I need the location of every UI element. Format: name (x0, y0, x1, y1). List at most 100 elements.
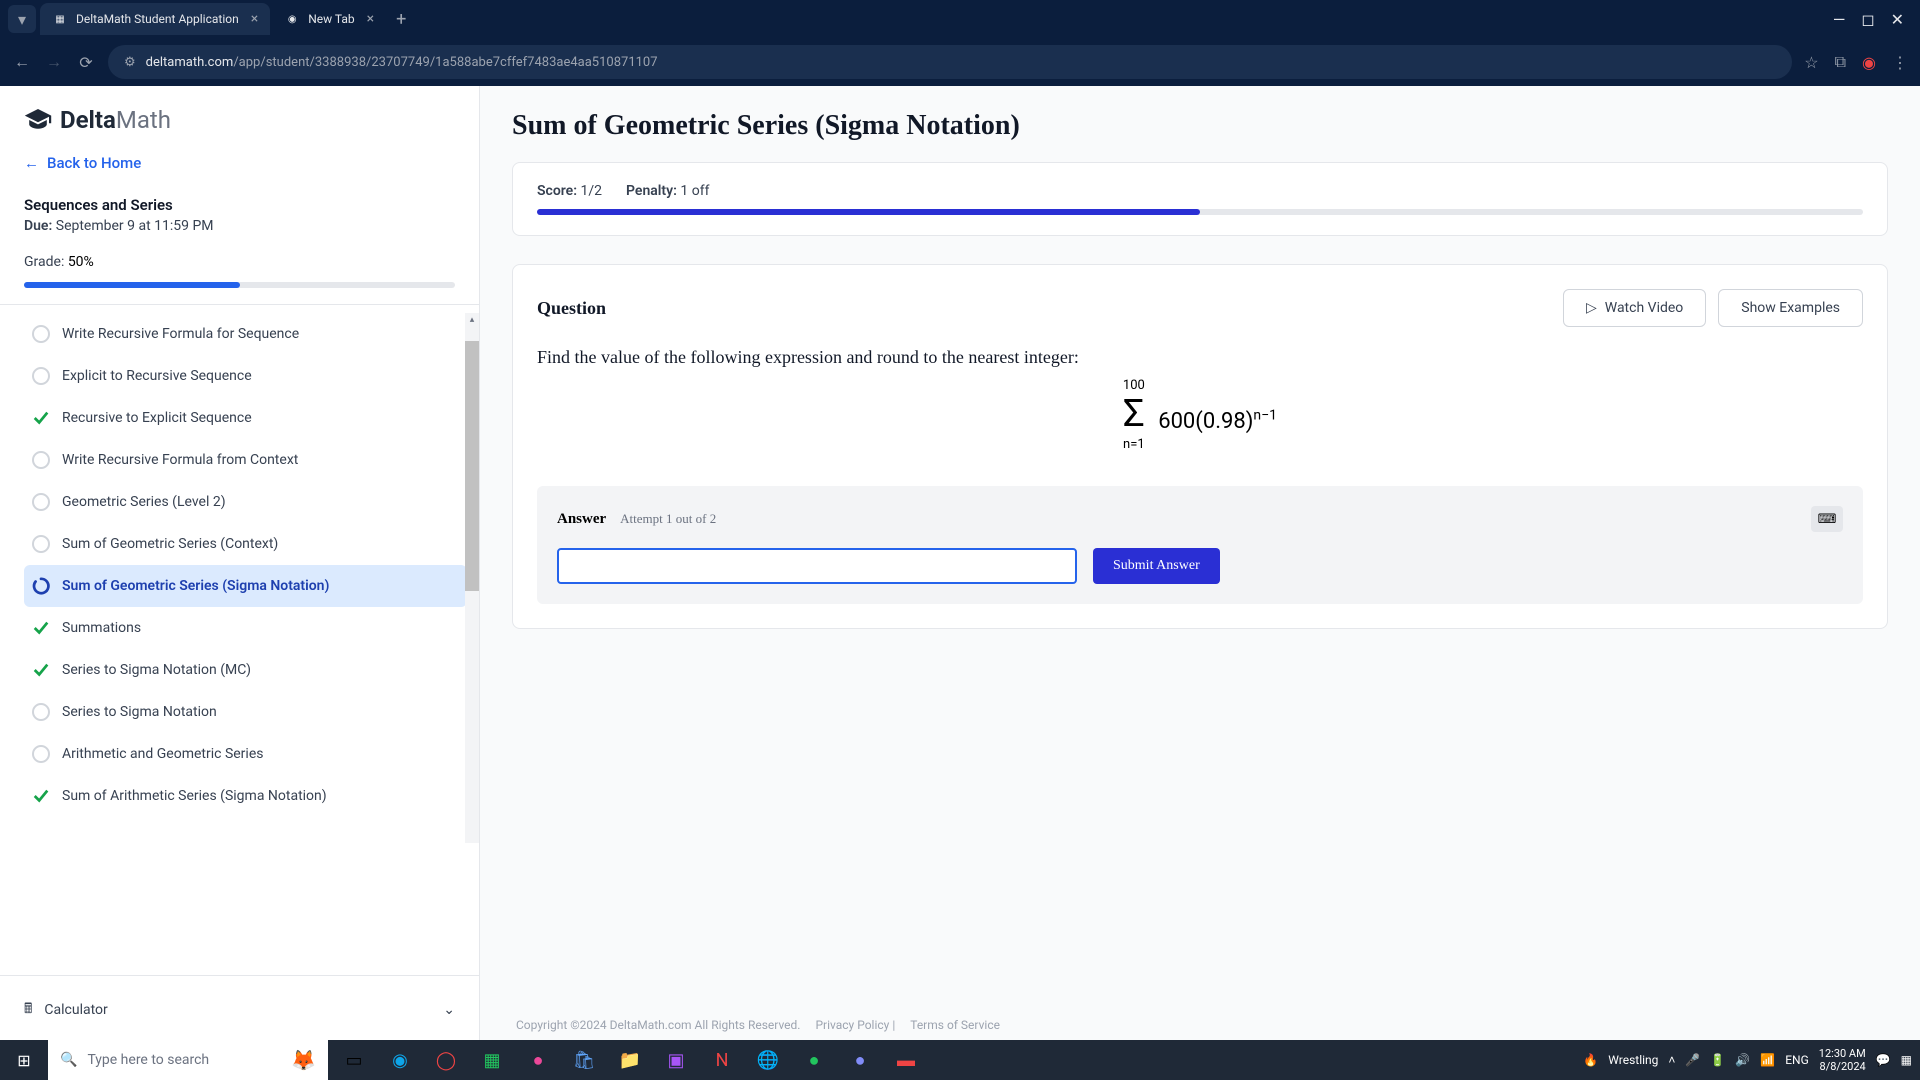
calculator-label: Calculator (44, 1002, 107, 1018)
skills-list[interactable]: Write Recursive Formula for Sequence Expl… (0, 304, 479, 975)
twitch-icon[interactable]: ▣ (654, 1040, 698, 1080)
sidebar: DeltaMath ← Back to Home Sequences and S… (0, 86, 480, 1080)
store-icon[interactable]: 🛍 (562, 1040, 606, 1080)
chevron-down-icon: ⌄ (443, 1002, 455, 1018)
netflix-icon[interactable]: N (700, 1040, 744, 1080)
explorer-icon[interactable]: 📁 (608, 1040, 652, 1080)
discord-icon[interactable]: ● (838, 1040, 882, 1080)
scrollbar[interactable]: ▴ (465, 313, 479, 843)
check-icon (32, 409, 50, 427)
skill-item[interactable]: Sum of Geometric Series (Sigma Notation) (24, 565, 467, 607)
logo[interactable]: DeltaMath (24, 106, 455, 134)
calculator-icon: 🖩 (24, 998, 32, 1022)
bookmark-icon[interactable]: ☆ (1804, 53, 1818, 72)
active-tab[interactable]: ▦ DeltaMath Student Application × (40, 3, 270, 35)
skill-label: Sum of Arithmetic Series (Sigma Notation… (62, 788, 327, 804)
mic-icon[interactable]: 🎤 (1685, 1053, 1700, 1067)
taskbar-search[interactable]: 🔍 Type here to search 🦊 (48, 1040, 328, 1080)
scrollbar-thumb[interactable] (465, 341, 479, 591)
skill-item[interactable]: Explicit to Recursive Sequence (24, 355, 467, 397)
skill-label: Sum of Geometric Series (Sigma Notation) (62, 578, 329, 594)
skill-item[interactable]: Arithmetic and Geometric Series (24, 733, 467, 775)
circle-icon (32, 367, 50, 385)
penalty-value: 1 off (680, 183, 709, 199)
skill-item[interactable]: Sum of Arithmetic Series (Sigma Notation… (24, 775, 467, 817)
skill-label: Sum of Geometric Series (Context) (62, 536, 278, 552)
lang-indicator[interactable]: ENG (1785, 1053, 1809, 1067)
minimize-icon[interactable]: ― (1833, 10, 1846, 29)
url-input[interactable]: ⚙ deltamath.com/app/student/3388938/2370… (108, 45, 1792, 79)
score-card: Score: 1/2 Penalty: 1 off (512, 162, 1888, 236)
tab-search-button[interactable]: ▾ (8, 5, 36, 33)
maximize-icon[interactable]: ◻ (1861, 10, 1874, 29)
back-to-home-link[interactable]: ← Back to Home (0, 146, 479, 188)
clock[interactable]: 12:30 AM 8/8/2024 (1819, 1047, 1866, 1073)
weather-icon[interactable]: 🔥 (1583, 1053, 1598, 1067)
score-value: 1/2 (581, 183, 603, 199)
skill-label: Explicit to Recursive Sequence (62, 368, 252, 384)
volume-icon[interactable]: 🔊 (1735, 1053, 1750, 1067)
skill-item[interactable]: Geometric Series (Level 2) (24, 481, 467, 523)
skill-item[interactable]: Sum of Geometric Series (Context) (24, 523, 467, 565)
minecraft-icon[interactable]: ▦ (470, 1040, 514, 1080)
skill-item[interactable]: Recursive to Explicit Sequence (24, 397, 467, 439)
submit-answer-button[interactable]: Submit Answer (1093, 548, 1220, 584)
play-icon: ▷ (1586, 300, 1597, 316)
inactive-tab[interactable]: ◉ New Tab × (272, 3, 386, 35)
calculator-toggle[interactable]: 🖩 Calculator ⌄ (24, 988, 455, 1032)
skill-label: Arithmetic and Geometric Series (62, 746, 263, 762)
battery-icon[interactable]: 🔋 (1710, 1053, 1725, 1067)
skill-item[interactable]: Summations (24, 607, 467, 649)
check-icon (32, 787, 50, 805)
tray-overflow-icon[interactable]: ▦ (1901, 1053, 1912, 1067)
menu-icon[interactable]: ⋮ (1892, 53, 1908, 72)
keyboard-button[interactable]: ⌨ (1811, 506, 1843, 532)
skill-item[interactable]: Write Recursive Formula from Context (24, 439, 467, 481)
graduation-cap-icon (24, 109, 52, 131)
close-window-icon[interactable]: ✕ (1891, 10, 1904, 29)
spotify-icon[interactable]: ● (792, 1040, 836, 1080)
check-icon (32, 619, 50, 637)
reload-icon[interactable]: ⟳ (76, 53, 96, 72)
close-tab-icon[interactable]: × (367, 11, 374, 27)
search-icon: 🔍 (60, 1052, 77, 1068)
sidebar-progress (24, 282, 455, 288)
weather-text[interactable]: Wrestling (1608, 1053, 1658, 1067)
skill-label: Write Recursive Formula for Sequence (62, 326, 299, 342)
assignment-title: Sequences and Series (24, 196, 455, 214)
opera-icon[interactable]: ◯ (424, 1040, 468, 1080)
privacy-link[interactable]: Privacy Policy (815, 1018, 889, 1032)
extensions-icon[interactable]: ⧉ (1835, 52, 1846, 72)
skill-item[interactable]: Series to Sigma Notation (24, 691, 467, 733)
close-tab-icon[interactable]: × (251, 11, 258, 27)
app-icon[interactable]: ● (516, 1040, 560, 1080)
start-button[interactable]: ⊞ (0, 1040, 48, 1080)
back-icon[interactable]: ← (12, 52, 32, 72)
new-tab-button[interactable]: + (396, 9, 406, 30)
edge-icon[interactable]: ◉ (378, 1040, 422, 1080)
skill-label: Write Recursive Formula from Context (62, 452, 298, 468)
app-icon-red[interactable]: ▬ (884, 1040, 928, 1080)
skill-item[interactable]: Series to Sigma Notation (MC) (24, 649, 467, 691)
tray-chevron-icon[interactable]: ˄ (1668, 1053, 1675, 1067)
profile-icon[interactable]: ◉ (1862, 53, 1876, 72)
site-info-icon[interactable]: ⚙ (124, 55, 136, 70)
show-examples-button[interactable]: Show Examples (1718, 289, 1863, 327)
time: 12:30 AM (1819, 1047, 1866, 1060)
watch-video-button[interactable]: ▷ Watch Video (1563, 289, 1706, 327)
question-heading: Question (537, 298, 606, 319)
notifications-icon[interactable]: 💬 (1876, 1053, 1891, 1067)
show-examples-label: Show Examples (1741, 300, 1840, 316)
answer-heading: Answer (557, 511, 606, 528)
logo-delta: Delta (60, 106, 116, 134)
terms-link[interactable]: Terms of Service (910, 1018, 1000, 1032)
chrome-icon[interactable]: 🌐 (746, 1040, 790, 1080)
taskbar-apps: ▭ ◉ ◯ ▦ ● 🛍 📁 ▣ N 🌐 ● ● ▬ (332, 1040, 928, 1080)
forward-icon[interactable]: → (44, 52, 64, 72)
question-card: Question ▷ Watch Video Show Examples Fin… (512, 264, 1888, 629)
wifi-icon[interactable]: 📶 (1760, 1053, 1775, 1067)
task-view-icon[interactable]: ▭ (332, 1040, 376, 1080)
scroll-up-icon[interactable]: ▴ (465, 313, 479, 327)
skill-item[interactable]: Write Recursive Formula for Sequence (24, 313, 467, 355)
answer-input[interactable] (557, 548, 1077, 584)
